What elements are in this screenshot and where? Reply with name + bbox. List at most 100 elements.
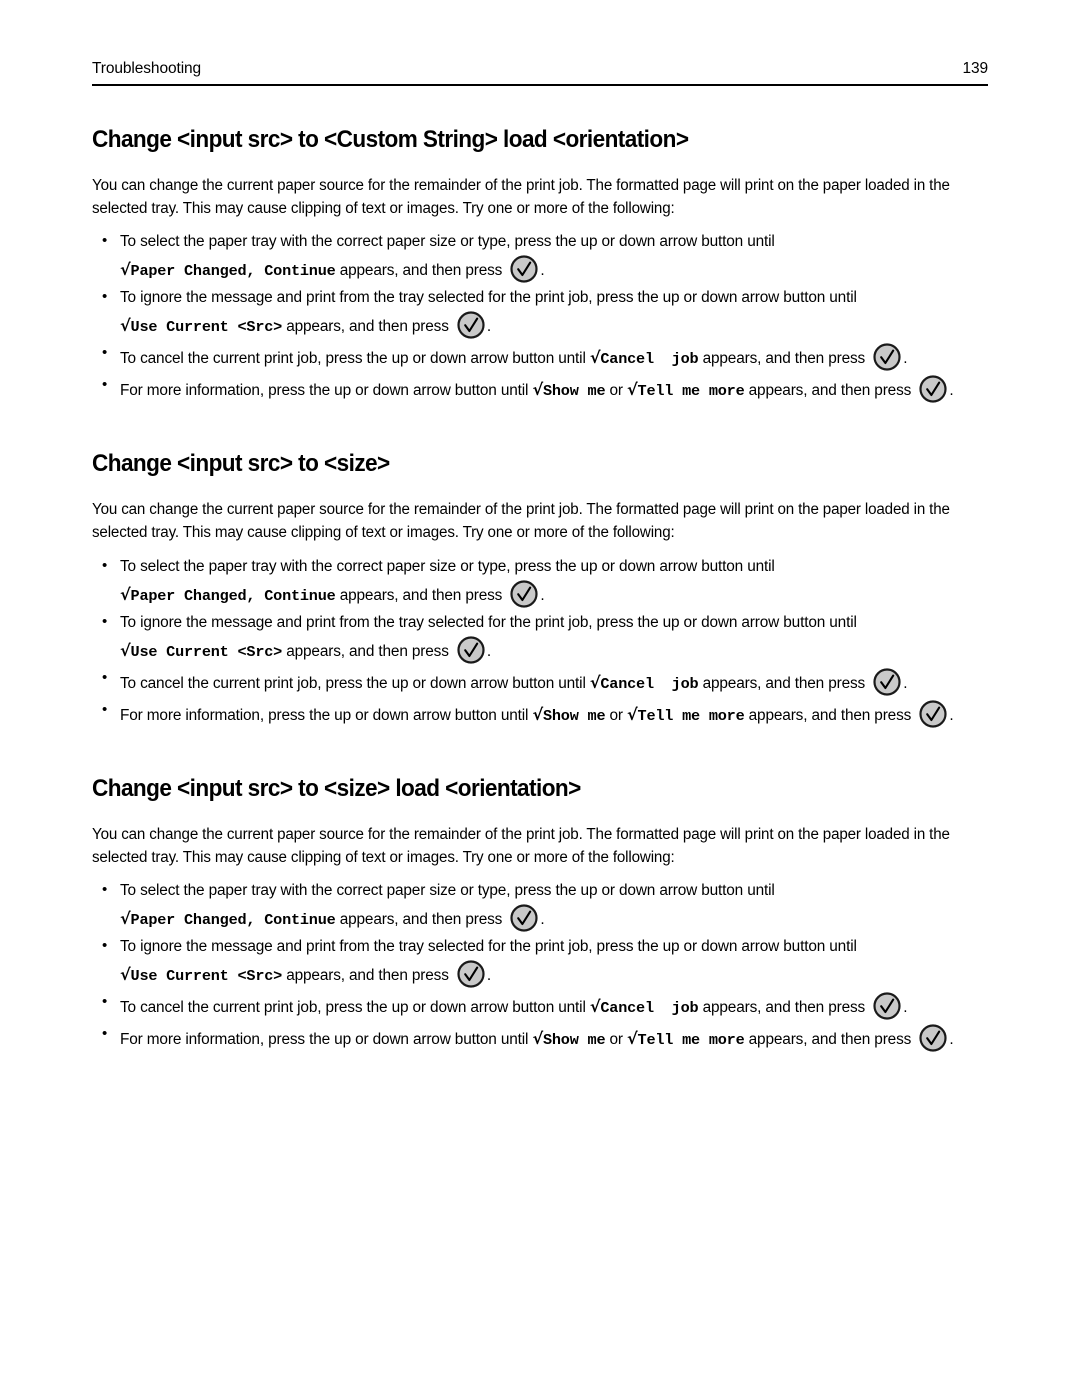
check-circle-button-icon[interactable] [872, 991, 902, 1021]
section-intro-paragraph: You can change the current paper source … [92, 501, 950, 542]
list-item: To select the paper tray with the correc… [92, 878, 988, 933]
bullet-text: For more information, press the up or do… [120, 1031, 533, 1049]
radical-icon: √ [120, 965, 131, 985]
lcd-message-text: Show me [542, 1031, 606, 1050]
radical-icon: √ [120, 640, 131, 660]
section-change-input-src-size-load-orientation: Change <input src> to <size> load <orien… [92, 775, 988, 1053]
bullet-text: appears, and then press [744, 382, 916, 400]
bullet-text: appears, and then press [698, 999, 870, 1017]
bullet-text: appears, and then press [744, 1031, 916, 1049]
lcd-message-text: Cancel job [600, 350, 699, 369]
page-number: 139 [962, 60, 988, 77]
check-circle-button-icon[interactable] [456, 635, 486, 665]
list-item: To select the paper tray with the correc… [92, 554, 988, 609]
radical-icon: √ [532, 1029, 543, 1049]
check-circle-button-icon[interactable] [509, 579, 539, 609]
bullet-text: . [949, 706, 954, 724]
section-change-input-src-custom-string: Change <input src> to <Custom String> lo… [92, 126, 988, 404]
check-circle-button-icon[interactable] [918, 374, 948, 404]
list-item: To cancel the current print job, press t… [92, 341, 988, 372]
running-header: Troubleshooting 139 [92, 60, 988, 84]
instruction-list: To select the paper tray with the correc… [92, 554, 988, 729]
bullet-text: . [486, 318, 492, 336]
header-divider [92, 84, 988, 86]
radical-icon: √ [120, 260, 131, 280]
page-content: Troubleshooting 139 Change <input src> t… [92, 60, 988, 1055]
bullet-text: appears, and then press [335, 586, 507, 604]
bullet-text: To cancel the current print job, press t… [120, 350, 590, 368]
radical-icon: √ [627, 1029, 638, 1049]
lcd-message-text: Paper Changed, Continue [130, 262, 336, 281]
list-item: To ignore the message and print from the… [92, 610, 988, 665]
bullet-text: . [540, 586, 545, 604]
radical-icon: √ [589, 672, 601, 692]
check-circle-button-icon[interactable] [872, 667, 902, 697]
check-circle-button-icon[interactable] [456, 310, 486, 340]
check-circle-button-icon[interactable] [456, 959, 486, 989]
bullet-text: To select the paper tray with the correc… [120, 233, 775, 251]
bullet-text: . [949, 1031, 954, 1049]
radical-icon: √ [120, 584, 131, 604]
lcd-message-text: Tell me more [637, 382, 745, 401]
bullet-text: . [486, 967, 492, 985]
document-page: Troubleshooting 139 Change <input src> t… [0, 0, 1080, 1397]
radical-icon: √ [532, 704, 543, 724]
bullet-text: For more information, press the up or do… [120, 706, 533, 724]
radical-icon: √ [589, 997, 601, 1017]
lcd-message-text: Paper Changed, Continue [130, 586, 336, 605]
list-item: For more information, press the up or do… [92, 698, 988, 729]
radical-icon: √ [627, 704, 638, 724]
bullet-text: . [486, 642, 492, 660]
list-item: For more information, press the up or do… [92, 373, 988, 404]
bullet-text: . [540, 911, 545, 929]
check-circle-button-icon[interactable] [872, 342, 902, 372]
bullet-text: To select the paper tray with the correc… [120, 882, 775, 900]
radical-icon: √ [589, 348, 601, 368]
bullet-text: . [903, 350, 908, 368]
lcd-message-text: Show me [542, 706, 606, 725]
list-item: For more information, press the up or do… [92, 1022, 988, 1053]
bullet-text: To cancel the current print job, press t… [120, 999, 590, 1017]
bullet-text: To ignore the message and print from the… [120, 613, 857, 631]
check-circle-button-icon[interactable] [509, 254, 539, 284]
bullet-text: . [949, 382, 954, 400]
bullet-text: or [605, 1031, 628, 1049]
radical-icon: √ [627, 380, 638, 400]
bullet-text: appears, and then press [282, 642, 453, 660]
bullet-text: To ignore the message and print from the… [120, 938, 857, 956]
bullet-text: appears, and then press [282, 318, 453, 336]
bullet-text: For more information, press the up or do… [120, 382, 533, 400]
check-circle-button-icon[interactable] [918, 699, 948, 729]
lcd-message-text: Use Current <Src> [130, 967, 283, 986]
list-item: To ignore the message and print from the… [92, 934, 988, 989]
section-heading: Change <input src> to <Custom String> lo… [92, 126, 689, 153]
bullet-text: appears, and then press [335, 262, 507, 280]
lcd-message-text: Cancel job [600, 999, 699, 1018]
lcd-message-text: Show me [542, 382, 606, 401]
bullet-text: or [605, 382, 628, 400]
bullet-text: . [903, 999, 908, 1017]
lcd-message-text: Cancel job [600, 674, 699, 693]
bullet-text: appears, and then press [335, 911, 507, 929]
section-change-input-src-size: Change <input src> to <size> You can cha… [92, 450, 988, 728]
check-circle-button-icon[interactable] [509, 903, 539, 933]
list-item: To ignore the message and print from the… [92, 285, 988, 340]
instruction-list: To select the paper tray with the correc… [92, 878, 988, 1053]
bullet-text: . [540, 262, 545, 280]
radical-icon: √ [120, 316, 131, 336]
list-item: To cancel the current print job, press t… [92, 990, 988, 1021]
bullet-text: appears, and then press [282, 967, 453, 985]
section-heading: Change <input src> to <size> load <orien… [92, 774, 581, 802]
list-item: To cancel the current print job, press t… [92, 666, 988, 697]
radical-icon: √ [120, 909, 131, 929]
bullet-text: appears, and then press [698, 350, 870, 368]
bullet-text: appears, and then press [698, 674, 870, 692]
radical-icon: √ [532, 380, 543, 400]
bullet-text: appears, and then press [744, 706, 916, 724]
check-circle-button-icon[interactable] [918, 1023, 948, 1053]
lcd-message-text: Tell me more [637, 706, 745, 725]
lcd-message-text: Use Current <Src> [130, 318, 283, 337]
lcd-message-text: Tell me more [637, 1031, 745, 1050]
bullet-text: To cancel the current print job, press t… [120, 674, 590, 692]
bullet-text: To select the paper tray with the correc… [120, 557, 775, 575]
